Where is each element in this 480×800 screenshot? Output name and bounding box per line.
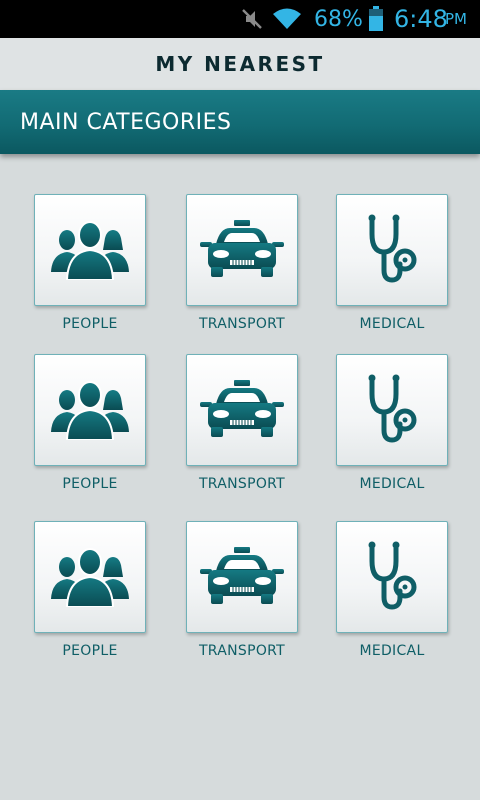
status-bar: 68% 6:48 PM — [0, 0, 480, 38]
battery-percent: 68% — [314, 6, 363, 32]
clock: 6:48 — [394, 5, 448, 33]
stethoscope-icon — [362, 541, 422, 613]
category-transport-label: TRANSPORT — [198, 643, 286, 659]
car-icon — [200, 547, 284, 607]
category-people-label: PEOPLE — [62, 316, 118, 332]
car-icon — [200, 220, 284, 280]
people-icon — [49, 380, 131, 440]
category-medical-label: MEDICAL — [359, 643, 425, 659]
clock-ampm: PM — [445, 10, 467, 28]
category-people-label: PEOPLE — [62, 476, 118, 492]
mute-icon — [240, 0, 264, 38]
category-transport-button[interactable] — [186, 521, 298, 633]
section-header: MAIN CATEGORIES — [0, 90, 480, 154]
category-medical-label: MEDICAL — [359, 476, 425, 492]
stethoscope-icon — [362, 374, 422, 446]
category-transport-button[interactable] — [186, 354, 298, 466]
car-icon — [200, 380, 284, 440]
people-icon — [49, 547, 131, 607]
app-title: MY NEAREST — [155, 52, 325, 76]
section-title: MAIN CATEGORIES — [20, 109, 232, 135]
category-people-button[interactable] — [34, 194, 146, 306]
app-title-bar: MY NEAREST — [0, 38, 480, 90]
people-icon — [49, 220, 131, 280]
category-people-label: PEOPLE — [62, 643, 118, 659]
wifi-icon — [272, 0, 302, 38]
category-people-button[interactable] — [34, 521, 146, 633]
battery-icon — [368, 0, 384, 38]
category-medical-button[interactable] — [336, 354, 448, 466]
stethoscope-icon — [362, 214, 422, 286]
category-medical-button[interactable] — [336, 194, 448, 306]
category-medical-label: MEDICAL — [359, 316, 425, 332]
category-transport-label: TRANSPORT — [198, 476, 286, 492]
category-transport-button[interactable] — [186, 194, 298, 306]
category-medical-button[interactable] — [336, 521, 448, 633]
category-transport-label: TRANSPORT — [198, 316, 286, 332]
category-people-button[interactable] — [34, 354, 146, 466]
